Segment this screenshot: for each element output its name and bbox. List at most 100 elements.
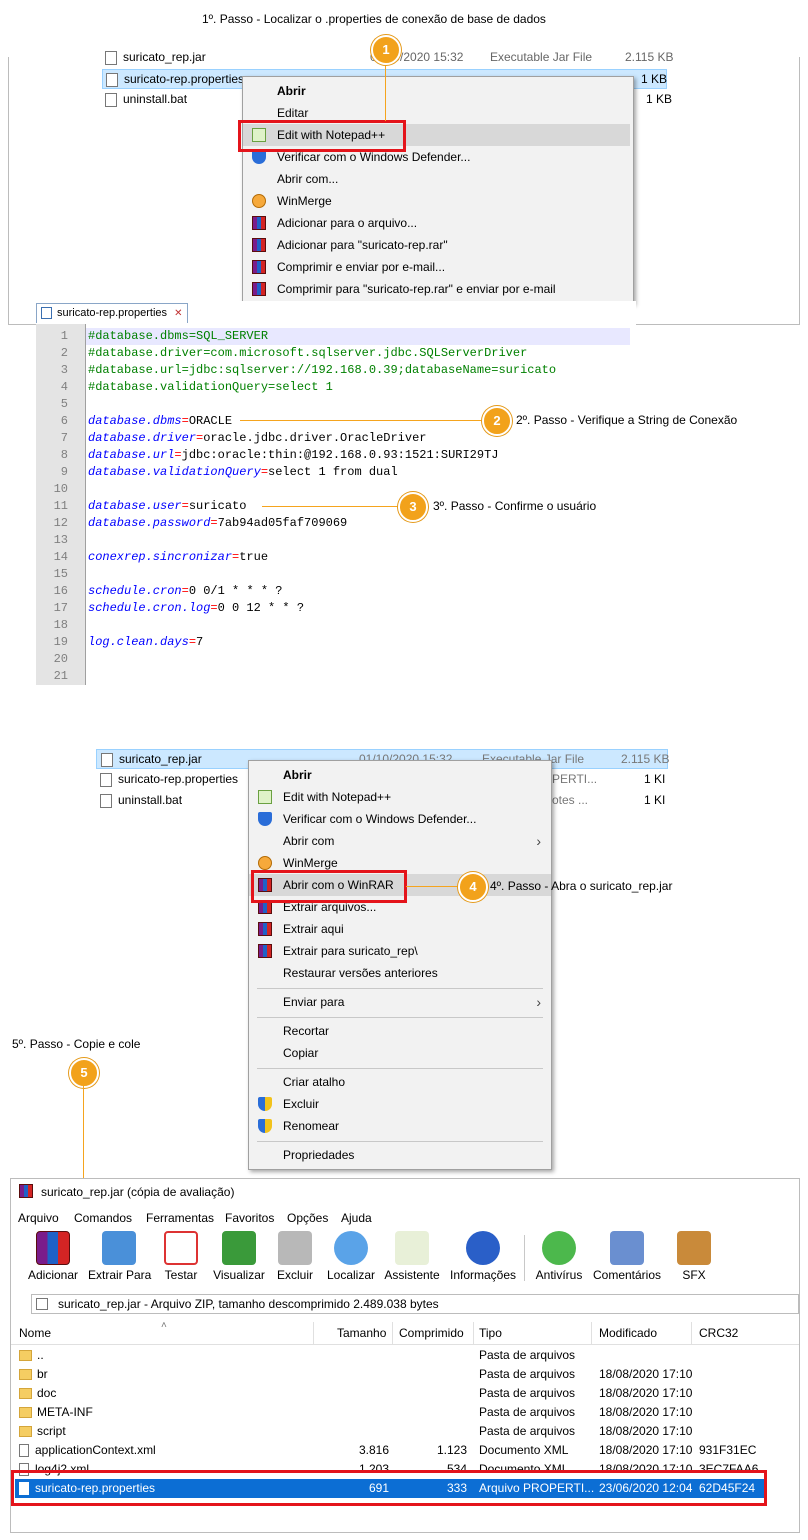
toolbar-antivirus-button[interactable]: Antivírus [532,1231,586,1289]
menu-item-delete[interactable]: Excluir [249,1093,551,1115]
file-size: 2.115 KB [621,752,670,766]
folder-icon [19,1350,32,1362]
code-line: #database.dbms=SQL_SERVER [88,329,269,343]
menu-opcoes[interactable]: Opções [287,1211,328,1225]
winrar-icon [252,238,266,252]
menu-item-rename[interactable]: Renomear [249,1115,551,1137]
step-badge-1: 1 [371,35,401,65]
tab-close-icon[interactable]: ✕ [174,308,182,319]
list-item[interactable]: applicationContext.xml 3.816 1.123 Docum… [11,1441,781,1460]
toolbar-extract-button[interactable]: Extrair Para [88,1231,151,1289]
col-nome[interactable]: Nome [19,1322,51,1344]
menu-item-extract-here[interactable]: Extrair aqui [249,918,551,940]
menu-item-send-to[interactable]: Enviar para › [249,991,551,1013]
context-menu-2: Abrir Edit with Notepad++ Verificar com … [248,760,552,1170]
callout-line-2 [240,420,485,421]
col-modificado[interactable]: Modificado [599,1322,657,1344]
folder-icon [19,1388,32,1400]
line-number: 7 [60,431,68,445]
toolbar: Adicionar Extrair Para Testar Visualizar… [11,1231,799,1289]
file-name: suricato_rep.jar [119,752,202,766]
step1-title: 1º. Passo - Localizar o .properties de c… [202,12,546,26]
file-name: suricato_rep.jar [123,50,206,64]
toolbar-test-button[interactable]: Testar [159,1231,203,1289]
menu-ajuda[interactable]: Ajuda [341,1211,372,1225]
line-number: 20 [53,652,68,666]
col-tamanho[interactable]: Tamanho [337,1322,386,1344]
menu-item-restore[interactable]: Restaurar versões anteriores [249,962,551,984]
step-badge-4: 4 [458,872,488,902]
xml-file-icon [19,1444,29,1458]
menu-item-abrir-com[interactable]: Abrir com... [243,168,633,190]
properties-file-icon [100,772,112,787]
menu-item-defender[interactable]: Verificar com o Windows Defender... [249,808,551,830]
menu-comandos[interactable]: Comandos [74,1211,132,1225]
menu-arquivo[interactable]: Arquivo [18,1211,59,1225]
jar-file-icon [105,50,117,65]
menu-item-add-archive[interactable]: Adicionar para o arquivo... [243,212,633,234]
toolbar-info-button[interactable]: Informações [448,1231,518,1289]
uac-shield-icon [258,1097,272,1111]
toolbar-add-button[interactable]: Adicionar [25,1231,81,1289]
col-tipo[interactable]: Tipo [479,1322,502,1344]
menu-item-extract-to[interactable]: Extrair para suricato_rep\ [249,940,551,962]
toolbar-wizard-button[interactable]: Assistente [384,1231,440,1289]
context-menu-1: Abrir Editar Edit with Notepad++ Verific… [242,76,634,304]
toolbar-find-button[interactable]: Localizar [325,1231,377,1289]
winrar-icon [252,282,266,296]
menu-item-abrir[interactable]: Abrir [243,80,633,102]
col-divider [473,1322,474,1344]
toolbar-comments-button[interactable]: Comentários [592,1231,662,1289]
line-number: 18 [53,618,68,632]
toolbar-sfx-button[interactable]: SFX [672,1231,716,1289]
line-number: 9 [60,465,68,479]
menu-item-abrir[interactable]: Abrir [249,764,551,786]
list-item[interactable]: script Pasta de arquivos 18/08/2020 17:1… [11,1422,781,1441]
col-crc32[interactable]: CRC32 [699,1322,738,1344]
menu-item-compress-email[interactable]: Comprimir e enviar por e-mail... [243,256,633,278]
menu-item-cut[interactable]: Recortar [249,1020,551,1042]
list-item[interactable]: doc Pasta de arquivos 18/08/2020 17:10 [11,1384,781,1403]
toolbar-separator [524,1235,525,1281]
col-divider [392,1322,393,1344]
menu-item-shortcut[interactable]: Criar atalho [249,1071,551,1093]
menu-item-abrir-com[interactable]: Abrir com › [249,830,551,852]
toolbar-view-button[interactable]: Visualizar [211,1231,267,1289]
list-item[interactable]: br Pasta de arquivos 18/08/2020 17:10 [11,1365,781,1384]
bat-file-icon [105,92,117,107]
code-line: #database.url=jdbc:sqlserver://192.168.0… [88,363,557,377]
magnifier-icon [334,1231,368,1265]
toolbar-delete-button[interactable]: Excluir [275,1231,315,1289]
menu-item-add-rar[interactable]: Adicionar para "suricato-rep.rar" [243,234,633,256]
step4-title: 4º. Passo - Abra o suricato_rep.jar [490,879,673,893]
archive-path: suricato_rep.jar - Arquivo ZIP, tamanho … [58,1297,439,1311]
notepad-editor: suricato-rep.properties ✕ 1 2 3 4 5 6 7 … [36,301,636,685]
wizard-wand-icon [395,1231,429,1265]
winrar-icon [258,944,272,958]
uac-shield-icon [258,1119,272,1133]
line-number: 15 [53,567,68,581]
highlight-box-5 [11,1470,767,1506]
properties-file-icon [106,72,118,87]
list-item[interactable]: META-INF Pasta de arquivos 18/08/2020 17… [11,1403,781,1422]
code-line: #database.validationQuery=select 1 [88,380,333,394]
col-divider [691,1322,692,1344]
menu-item-properties[interactable]: Propriedades [249,1144,551,1166]
col-divider [591,1322,592,1344]
line-number: 17 [53,601,68,615]
menu-item-compress-rar-email[interactable]: Comprimir para "suricato-rep.rar" e envi… [243,278,633,300]
menu-item-copy[interactable]: Copiar [249,1042,551,1064]
address-bar[interactable]: suricato_rep.jar - Arquivo ZIP, tamanho … [31,1294,799,1314]
menu-item-winmerge[interactable]: WinMerge [243,190,633,212]
line-number: 5 [60,397,68,411]
trash-icon [278,1231,312,1265]
line-number: 6 [60,414,68,428]
menu-favoritos[interactable]: Favoritos [225,1211,274,1225]
line-number: 13 [53,533,68,547]
menu-item-edit-notepad[interactable]: Edit with Notepad++ [249,786,551,808]
col-comprimido[interactable]: Comprimido [399,1322,464,1344]
editor-tab[interactable]: suricato-rep.properties ✕ [36,303,188,323]
menu-ferramentas[interactable]: Ferramentas [146,1211,214,1225]
code-line: schedule.cron=0 0/1 * * * ? [88,584,283,598]
list-item[interactable]: .. Pasta de arquivos [11,1346,781,1365]
